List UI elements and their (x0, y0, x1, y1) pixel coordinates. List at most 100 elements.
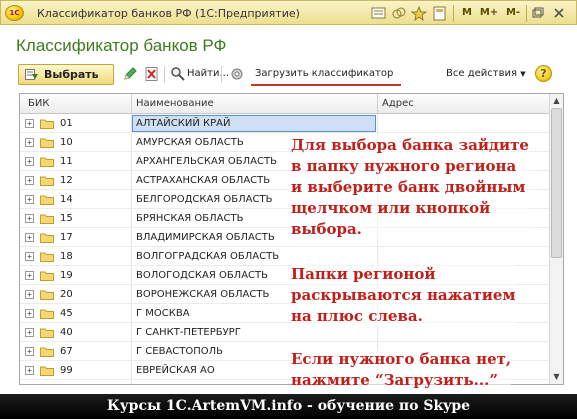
row-name: Г СЕВАСТОПОЛЬ (136, 346, 224, 357)
select-button-label: Выбрать (44, 68, 99, 81)
expand-plus-icon[interactable]: + (25, 347, 34, 356)
row-bik: 11 (60, 156, 73, 167)
window-icon-1-icon[interactable] (371, 6, 387, 21)
expand-plus-icon[interactable]: + (25, 119, 34, 128)
memory-plus-button[interactable]: M+ (479, 6, 499, 21)
annotation-line: и выберите банк двойным (291, 178, 526, 196)
row-name: ВОЛОГОДСКАЯ ОБЛАСТЬ (136, 270, 268, 281)
restore-icon[interactable] (532, 7, 544, 19)
expand-plus-icon[interactable]: + (25, 157, 34, 166)
edit-pencil-icon[interactable] (122, 66, 138, 82)
row-bik: 17 (60, 232, 73, 243)
folder-icon (40, 271, 54, 281)
window-title-bar: 1С Классификатор банков РФ (1С:Предприят… (0, 0, 577, 25)
folder-icon (40, 328, 54, 338)
column-header-bik[interactable]: БИК (28, 98, 49, 109)
find-button[interactable]: Найти... (187, 68, 229, 79)
annotation-line: Для выбора банка зайдите (291, 136, 529, 154)
scroll-thumb[interactable] (551, 108, 562, 258)
row-bik: 12 (60, 175, 73, 186)
all-actions-menu[interactable]: Все действия ▼ (446, 68, 526, 79)
row-bik: 10 (60, 137, 73, 148)
annotation-line: нажмите “Загрузить...” (291, 371, 498, 389)
table-row[interactable]: +01 АЛТАЙСКИЙ КРАЙ (20, 115, 550, 133)
expand-plus-icon[interactable]: + (25, 290, 34, 299)
folder-icon (40, 366, 54, 376)
column-header-address[interactable]: Адрес (382, 98, 414, 109)
folder-icon (40, 252, 54, 262)
row-bik: 19 (60, 270, 73, 281)
annotation-line: Если нужного банка нет, (291, 350, 512, 368)
table-header: БИК Наименование Адрес (20, 94, 563, 114)
row-bik: 20 (60, 289, 73, 300)
folder-icon (40, 176, 54, 186)
folder-icon (40, 119, 54, 129)
link-icon[interactable] (391, 6, 407, 21)
toolbar: Выбрать Найти... Загрузить классификатор… (14, 62, 562, 88)
row-bik: 67 (60, 346, 73, 357)
row-bik: 18 (60, 251, 73, 262)
row-name: БРЯНСКАЯ ОБЛАСТЬ (136, 213, 244, 224)
load-classifier-icon[interactable] (229, 66, 245, 82)
close-icon[interactable] (553, 7, 565, 19)
expand-plus-icon[interactable]: + (25, 138, 34, 147)
annotation-load-classifier: Если нужного банка нет, нажмите “Загрузи… (291, 349, 512, 391)
search-icon[interactable] (170, 66, 186, 82)
promo-banner: Курсы 1С.ArtemVM.info - обучение по Skyp… (0, 394, 577, 419)
expand-plus-icon[interactable]: + (25, 252, 34, 261)
expand-plus-icon[interactable]: + (25, 233, 34, 242)
memory-m-button[interactable]: M (459, 6, 475, 21)
row-name: АМУРСКАЯ ОБЛАСТЬ (136, 137, 244, 148)
column-header-name[interactable]: Наименование (136, 98, 214, 109)
expand-plus-icon[interactable]: + (25, 366, 34, 375)
expand-plus-icon[interactable]: + (25, 195, 34, 204)
folder-icon (40, 309, 54, 319)
titlebar-separator (526, 5, 527, 22)
row-name: ВЛАДИМИРСКАЯ ОБЛАСТЬ (136, 232, 275, 243)
scroll-up-icon[interactable]: ▲ (552, 96, 561, 105)
row-name: Г САНКТ-ПЕТЕРБУРГ (136, 327, 241, 338)
form-title: Классификатор банков РФ (16, 36, 227, 55)
annotation-expand-folders: Папки регионой раскрываются нажатием на … (291, 264, 516, 327)
annotation-line: выбора. (291, 220, 362, 238)
row-name: БЕЛГОРОДСКАЯ ОБЛАСТЬ (136, 194, 273, 205)
row-bik: 45 (60, 308, 73, 319)
row-name: АСТРАХАНСКАЯ ОБЛАСТЬ (136, 175, 271, 186)
expand-plus-icon[interactable]: + (25, 176, 34, 185)
annotation-line: щелчком или кнопкой (291, 199, 491, 217)
expand-plus-icon[interactable]: + (25, 271, 34, 280)
row-bik: 40 (60, 327, 73, 338)
select-button[interactable]: Выбрать (18, 64, 114, 85)
folder-icon (40, 157, 54, 167)
expand-plus-icon[interactable]: + (25, 214, 34, 223)
folder-icon (40, 347, 54, 357)
all-actions-label: Все действия (446, 68, 517, 79)
folder-icon (40, 233, 54, 243)
expand-plus-icon[interactable]: + (25, 309, 34, 318)
calculator-icon[interactable] (432, 6, 448, 21)
select-icon (25, 69, 38, 80)
memory-minus-button[interactable]: M- (503, 6, 523, 21)
row-name: ВОЛГОГРАДСКАЯ ОБЛАСТЬ (136, 251, 280, 262)
favorites-icon[interactable] (411, 6, 427, 21)
row-bik: 99 (60, 365, 73, 376)
scroll-down-icon[interactable]: ▼ (552, 372, 561, 381)
app-logo-icon[interactable]: 1С (5, 5, 24, 21)
row-name: Г МОСКВА (136, 308, 190, 319)
window-title: Классификатор банков РФ (1С:Предприятие) (37, 7, 300, 20)
help-icon[interactable]: ? (535, 65, 552, 82)
row-bik: 01 (60, 118, 73, 129)
folder-icon (40, 195, 54, 205)
folder-icon (40, 290, 54, 300)
delete-mark-icon[interactable] (144, 66, 160, 82)
column-separator[interactable] (377, 94, 378, 114)
titlebar-separator (453, 5, 454, 22)
toolbar-separator (221, 66, 222, 83)
expand-plus-icon[interactable]: + (25, 328, 34, 337)
load-classifier-button[interactable]: Загрузить классификатор (255, 68, 393, 79)
row-name: ВОРОНЕЖСКАЯ ОБЛАСТЬ (136, 289, 270, 300)
column-separator[interactable] (131, 94, 132, 114)
vertical-scrollbar[interactable]: ▲ ▼ (549, 94, 563, 384)
row-bik: 14 (60, 194, 73, 205)
annotation-line: в папку нужного региона (291, 157, 517, 175)
